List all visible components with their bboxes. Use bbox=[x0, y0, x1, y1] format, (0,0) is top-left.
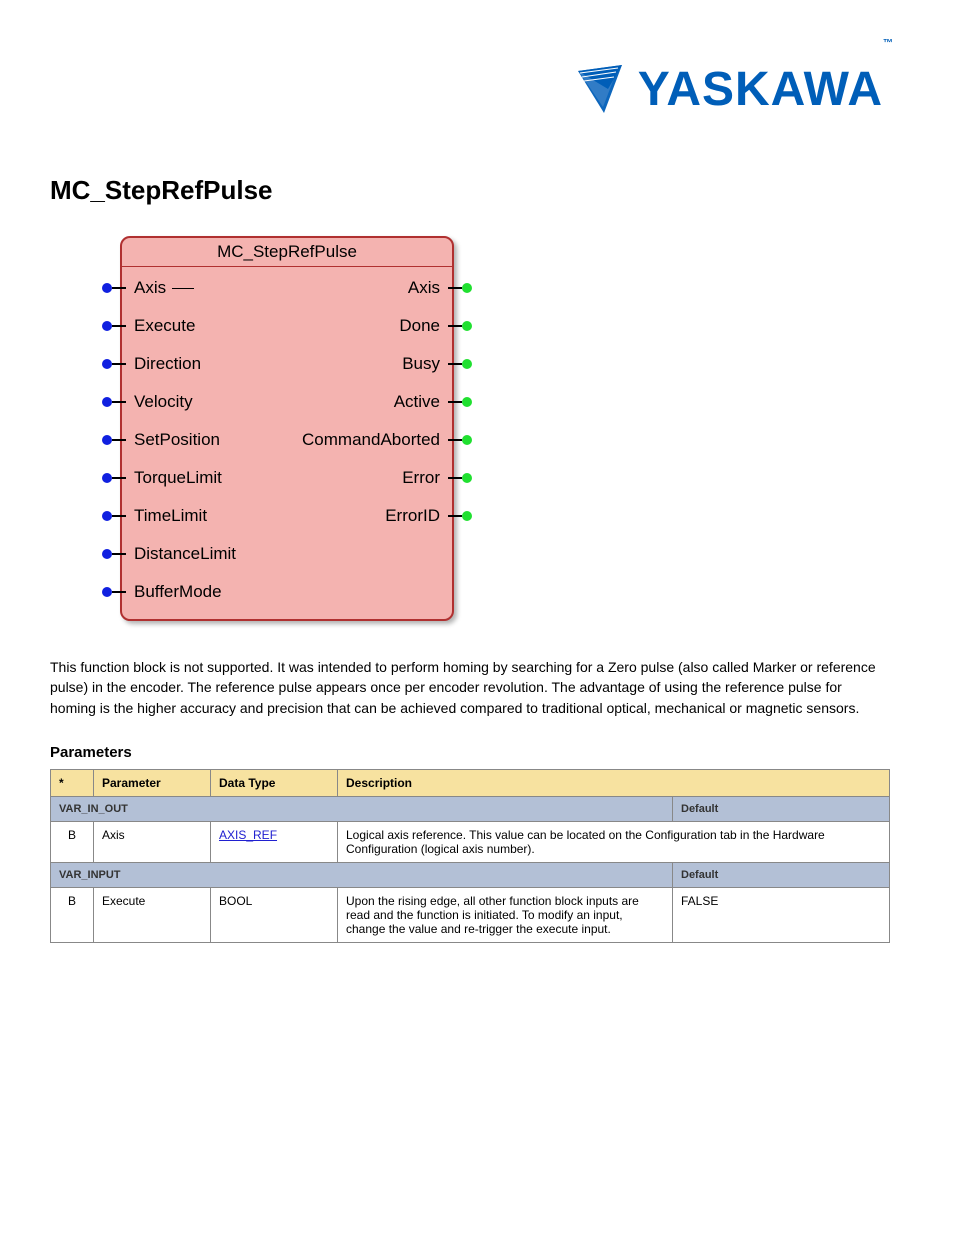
group-default-1: Default bbox=[673, 796, 890, 821]
page-title: MC_StepRefPulse bbox=[50, 175, 904, 206]
fb-output-axis: Axis bbox=[302, 269, 444, 307]
cell-axis-name: Axis bbox=[94, 821, 211, 862]
cell-axis-type: AXIS_REF bbox=[211, 821, 338, 862]
fb-output-commandaborted: CommandAborted bbox=[302, 421, 444, 459]
fb-input-velocity: Velocity bbox=[130, 383, 236, 421]
brand-mark-icon bbox=[574, 63, 628, 117]
cell-axis-bflag: B bbox=[51, 821, 94, 862]
fb-output-done: Done bbox=[302, 307, 444, 345]
fb-output-error: Error bbox=[302, 459, 444, 497]
fb-input-axis: Axis bbox=[130, 269, 236, 307]
fb-input-timelimit: TimeLimit bbox=[130, 497, 236, 535]
brand-text: YASKAWA™ bbox=[638, 62, 894, 117]
fb-output-busy: Busy bbox=[302, 345, 444, 383]
cell-exec-bflag: B bbox=[51, 887, 94, 942]
fb-output-errorid: ErrorID bbox=[302, 497, 444, 535]
col-header-parameter: Parameter bbox=[94, 769, 211, 796]
table-row: B Axis AXIS_REF Logical axis reference. … bbox=[51, 821, 890, 862]
group-var-input: VAR_INPUT bbox=[51, 862, 673, 887]
cell-exec-type: BOOL bbox=[211, 887, 338, 942]
parameters-heading: Parameters bbox=[50, 744, 904, 761]
fb-input-distancelimit: DistanceLimit bbox=[130, 535, 236, 573]
brand-logo: YASKAWA™ bbox=[574, 62, 894, 117]
parameters-table: * Parameter Data Type Description VAR_IN… bbox=[50, 769, 890, 943]
col-header-datatype: Data Type bbox=[211, 769, 338, 796]
fb-input-buffermode: BufferMode bbox=[130, 573, 236, 611]
function-block-diagram: MC_StepRefPulse Axis Execute Direction V… bbox=[120, 236, 904, 621]
axis-ref-link[interactable]: AXIS_REF bbox=[219, 828, 277, 842]
cell-exec-name: Execute bbox=[94, 887, 211, 942]
fb-input-torquelimit: TorqueLimit bbox=[130, 459, 236, 497]
fb-input-execute: Execute bbox=[130, 307, 236, 345]
cell-exec-default: FALSE bbox=[673, 887, 890, 942]
group-default-2: Default bbox=[673, 862, 890, 887]
cell-axis-desc: Logical axis reference. This value can b… bbox=[338, 821, 890, 862]
col-header-star: * bbox=[51, 769, 94, 796]
fb-input-setposition: SetPosition bbox=[130, 421, 236, 459]
table-row: B Execute BOOL Upon the rising edge, all… bbox=[51, 887, 890, 942]
group-var-in-out: VAR_IN_OUT bbox=[51, 796, 673, 821]
col-header-description: Description bbox=[338, 769, 890, 796]
description-text: This function block is not supported. It… bbox=[50, 657, 890, 718]
fb-input-direction: Direction bbox=[130, 345, 236, 383]
fb-output-active: Active bbox=[302, 383, 444, 421]
fb-title: MC_StepRefPulse bbox=[122, 238, 452, 267]
cell-exec-desc: Upon the rising edge, all other function… bbox=[338, 887, 673, 942]
